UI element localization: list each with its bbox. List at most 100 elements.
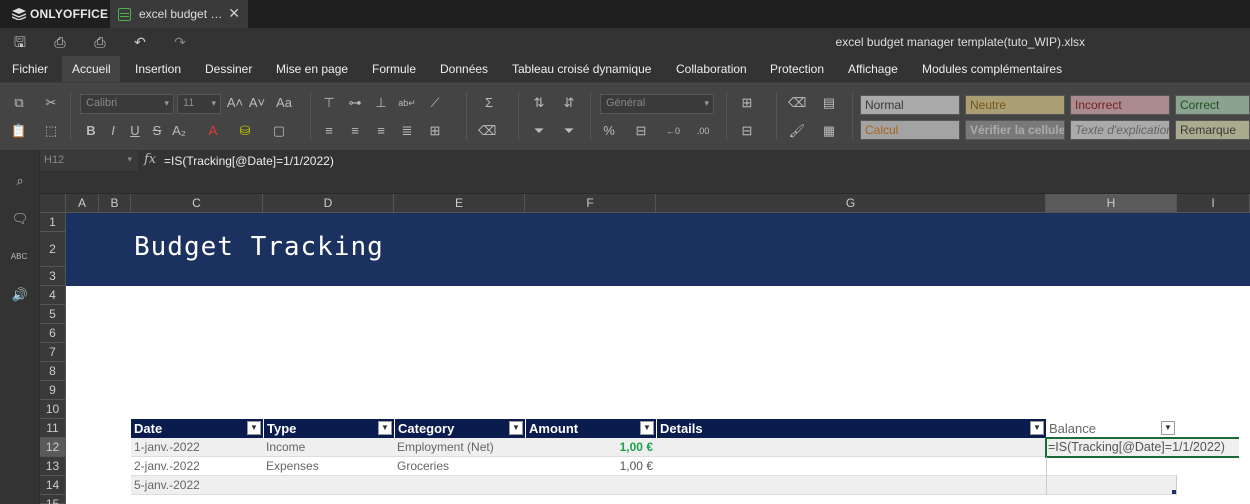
copy-style-icon[interactable]: 🖌 xyxy=(788,122,806,140)
percent-icon[interactable]: % xyxy=(600,122,618,140)
row-header[interactable]: 10 xyxy=(40,400,66,419)
cell-date[interactable]: 5-janv.-2022 xyxy=(131,476,263,495)
filter-dropdown-icon[interactable]: ▼ xyxy=(247,421,261,435)
active-cell-editor[interactable]: =IS(Tracking[@Date]=1/1/2022) xyxy=(1045,437,1239,458)
merge-cells-icon[interactable]: ⊞ xyxy=(426,122,444,140)
function-icon[interactable]: fx xyxy=(144,152,156,167)
italic-icon[interactable]: I xyxy=(104,122,122,140)
tab-insertion[interactable]: Insertion xyxy=(125,56,191,82)
cell-type[interactable]: Income xyxy=(263,438,394,457)
tab-formule[interactable]: Formule xyxy=(362,56,426,82)
style-neutre[interactable]: Neutre xyxy=(965,95,1065,115)
cell-category[interactable]: Groceries xyxy=(394,457,525,476)
tab-accueil[interactable]: Accueil xyxy=(62,56,120,82)
number-format-select[interactable]: Général ▾ xyxy=(600,94,714,114)
clear-icon[interactable]: ⌫ xyxy=(478,122,496,140)
increase-font-icon[interactable]: A˄ xyxy=(226,94,244,112)
comments-icon[interactable]: 🗨 xyxy=(11,210,29,228)
font-size-select[interactable]: 11 ▾ xyxy=(177,94,221,114)
filter-icon[interactable]: ⏷ xyxy=(530,122,548,140)
tab-affichage[interactable]: Affichage xyxy=(838,56,908,82)
filter-dropdown-icon[interactable]: ▼ xyxy=(640,421,654,435)
row-header-selected[interactable]: 12 xyxy=(40,438,66,457)
fill-color-icon[interactable]: ⛁ xyxy=(236,122,254,140)
tab-modules[interactable]: Modules complémentaires xyxy=(912,56,1072,82)
font-name-select[interactable]: Calibri ▾ xyxy=(80,94,174,114)
decrease-decimal-icon[interactable]: ←0 xyxy=(664,122,682,140)
increase-decimal-icon[interactable]: .00 xyxy=(694,122,712,140)
cell-balance[interactable] xyxy=(1046,476,1177,495)
sum-icon[interactable]: Σ xyxy=(480,94,498,112)
redo-icon[interactable]: ↷ xyxy=(172,34,188,50)
cell-category[interactable]: Employment (Net) xyxy=(394,438,525,457)
cell-type[interactable] xyxy=(263,476,394,495)
wrap-text-icon[interactable]: ab↵ xyxy=(398,94,416,112)
copy-icon[interactable]: ⧉ xyxy=(10,94,28,112)
eraser-icon[interactable]: ⌫ xyxy=(788,94,806,112)
column-header[interactable]: B xyxy=(99,194,131,213)
column-header[interactable]: I xyxy=(1177,194,1250,213)
column-header[interactable]: G xyxy=(656,194,1046,213)
cell-date[interactable]: 1-janv.-2022 xyxy=(131,438,263,457)
underline-icon[interactable]: U xyxy=(126,122,144,140)
text-orientation-icon[interactable]: ⟋ xyxy=(426,94,444,112)
justify-icon[interactable]: ≣ xyxy=(398,122,416,140)
column-header[interactable]: D xyxy=(263,194,394,213)
row-header[interactable]: 7 xyxy=(40,343,66,362)
tab-mise-en-page[interactable]: Mise en page xyxy=(266,56,358,82)
style-remarque[interactable]: Remarque xyxy=(1175,120,1250,140)
cell-category[interactable] xyxy=(394,476,525,495)
cell-details[interactable] xyxy=(656,438,1046,457)
row-header[interactable]: 11 xyxy=(40,419,66,438)
column-header[interactable]: F xyxy=(525,194,656,213)
filter-dropdown-icon[interactable]: ▼ xyxy=(509,421,523,435)
filter-dropdown-icon[interactable]: ▼ xyxy=(1030,421,1044,435)
quick-print-icon[interactable]: ⎙ xyxy=(92,34,108,50)
align-left-icon[interactable]: ≡ xyxy=(320,122,338,140)
column-header[interactable]: E xyxy=(394,194,525,213)
sort-ascending-icon[interactable]: ⇅ xyxy=(530,94,548,112)
align-bottom-icon[interactable]: ⊥ xyxy=(372,94,390,112)
decrease-font-icon[interactable]: A˅ xyxy=(248,94,266,112)
sort-descending-icon[interactable]: ⇵ xyxy=(560,94,578,112)
style-calcul[interactable]: Calcul xyxy=(860,120,960,140)
clear-filter-icon[interactable]: ⏷ xyxy=(560,122,578,140)
row-header[interactable]: 14 xyxy=(40,476,66,495)
delete-cells-icon[interactable]: ⊟ xyxy=(738,122,756,140)
style-correct[interactable]: Correct xyxy=(1175,95,1250,115)
tab-protection[interactable]: Protection xyxy=(760,56,834,82)
style-incorrect[interactable]: Incorrect xyxy=(1070,95,1170,115)
speaker-icon[interactable]: 🔊 xyxy=(11,286,29,304)
spellcheck-icon[interactable]: ABC xyxy=(10,248,28,266)
undo-icon[interactable]: ↶ xyxy=(132,34,148,50)
cell-amount[interactable]: 1,00 € xyxy=(525,438,653,457)
style-normal[interactable]: Normal xyxy=(860,95,960,115)
filter-dropdown-icon[interactable]: ▼ xyxy=(1161,421,1175,435)
cut-icon[interactable]: ✂ xyxy=(42,94,60,112)
row-header[interactable]: 13 xyxy=(40,457,66,476)
row-header[interactable]: 1 xyxy=(40,213,66,232)
cell-date[interactable]: 2-janv.-2022 xyxy=(131,457,263,476)
tab-collaboration[interactable]: Collaboration xyxy=(666,56,757,82)
change-case-icon[interactable]: Aa xyxy=(272,94,296,112)
column-header[interactable]: A xyxy=(66,194,99,213)
conditional-format-icon[interactable]: ▤ xyxy=(820,94,838,112)
align-right-icon[interactable]: ≡ xyxy=(372,122,390,140)
document-tab[interactable]: excel budget … ✕ xyxy=(110,0,248,28)
row-header[interactable]: 8 xyxy=(40,362,66,381)
row-header[interactable]: 4 xyxy=(40,286,66,305)
name-box[interactable]: H12 ▾ xyxy=(40,151,138,171)
row-header[interactable]: 3 xyxy=(40,267,66,286)
align-top-icon[interactable]: ⊤ xyxy=(320,94,338,112)
borders-icon[interactable]: ▢ xyxy=(270,122,288,140)
search-icon[interactable]: ⌕ xyxy=(11,172,29,190)
insert-cells-icon[interactable]: ⊞ xyxy=(738,94,756,112)
save-icon[interactable]: 🖫 xyxy=(12,34,28,50)
paste-icon[interactable]: 📋 xyxy=(10,122,28,140)
row-header[interactable]: 15 xyxy=(40,495,66,504)
table-resize-handle[interactable] xyxy=(1172,490,1176,494)
row-header[interactable]: 6 xyxy=(40,324,66,343)
cell-balance[interactable] xyxy=(1046,457,1177,476)
align-middle-icon[interactable]: ⊶ xyxy=(346,94,364,112)
cell-type[interactable]: Expenses xyxy=(263,457,394,476)
